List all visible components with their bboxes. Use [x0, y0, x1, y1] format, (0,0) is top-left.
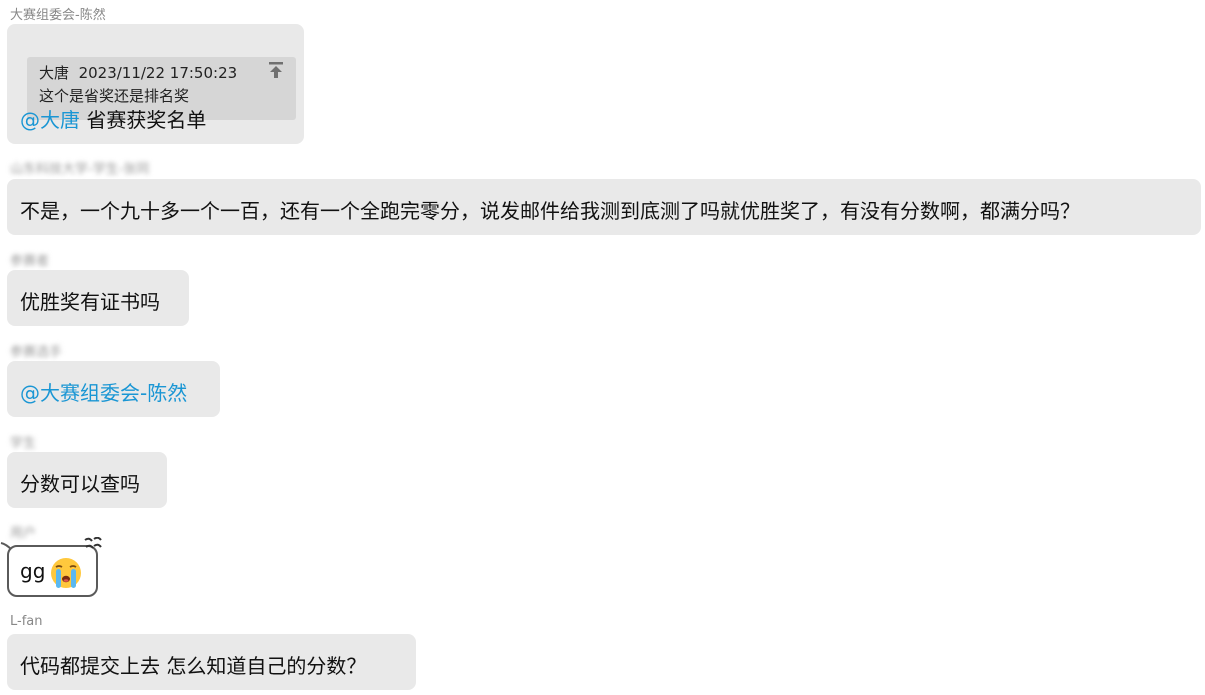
quote-time: 2023/11/22 17:50:23	[78, 64, 238, 82]
sender-name[interactable]: 大赛组委会-陈然	[10, 4, 106, 23]
quote-author: 大唐	[39, 64, 70, 82]
message-bubble[interactable]: 代码都提交上去 怎么知道自己的分数？	[7, 634, 416, 690]
quote-header: 大唐 2023/11/22 17:50:23	[39, 62, 284, 84]
message-text: 代码都提交上去 怎么知道自己的分数？	[20, 654, 367, 678]
sender-name[interactable]: 学生	[10, 432, 36, 451]
message-bubble[interactable]: @大赛组委会-陈然	[7, 361, 220, 417]
mention-link[interactable]: @大赛组委会-陈然	[20, 381, 187, 405]
message-text: 分数可以查吗	[20, 472, 140, 496]
message-body: 省赛获奖名单	[86, 108, 207, 132]
crying-face-emoji	[51, 558, 81, 588]
sweat-drops-icon	[84, 537, 102, 549]
message-text: @大唐 省赛获奖名单	[20, 104, 206, 133]
message-text: 不是，一个九十多一个一百，还有一个全跑完零分，说发邮件给我测到底测了吗就优胜奖了…	[20, 199, 1080, 223]
message-bubble[interactable]: 优胜奖有证书吗	[7, 270, 189, 326]
sender-name[interactable]: 用户	[10, 522, 36, 541]
message-bubble[interactable]: 不是，一个九十多一个一百，还有一个全跑完零分，说发邮件给我测到底测了吗就优胜奖了…	[7, 179, 1201, 235]
message-bubble[interactable]: 大唐 2023/11/22 17:50:23 这个是省奖还是排名奖 @大唐 省赛…	[7, 24, 304, 144]
jump-to-top-icon[interactable]	[268, 61, 284, 79]
sender-name[interactable]: L-fan	[10, 614, 43, 629]
message-text: @大赛组委会-陈然	[20, 377, 187, 406]
message-text: 优胜奖有证书吗	[20, 290, 160, 314]
mention-link[interactable]: @大唐	[20, 108, 80, 132]
sender-name[interactable]: 参赛选手	[10, 341, 62, 360]
sender-name[interactable]: 参赛者	[10, 250, 49, 269]
sender-name[interactable]: 山东科技大学-学生-张同	[10, 158, 149, 177]
message-text: gg	[20, 559, 46, 583]
message-bubble[interactable]: 分数可以查吗	[7, 452, 167, 508]
